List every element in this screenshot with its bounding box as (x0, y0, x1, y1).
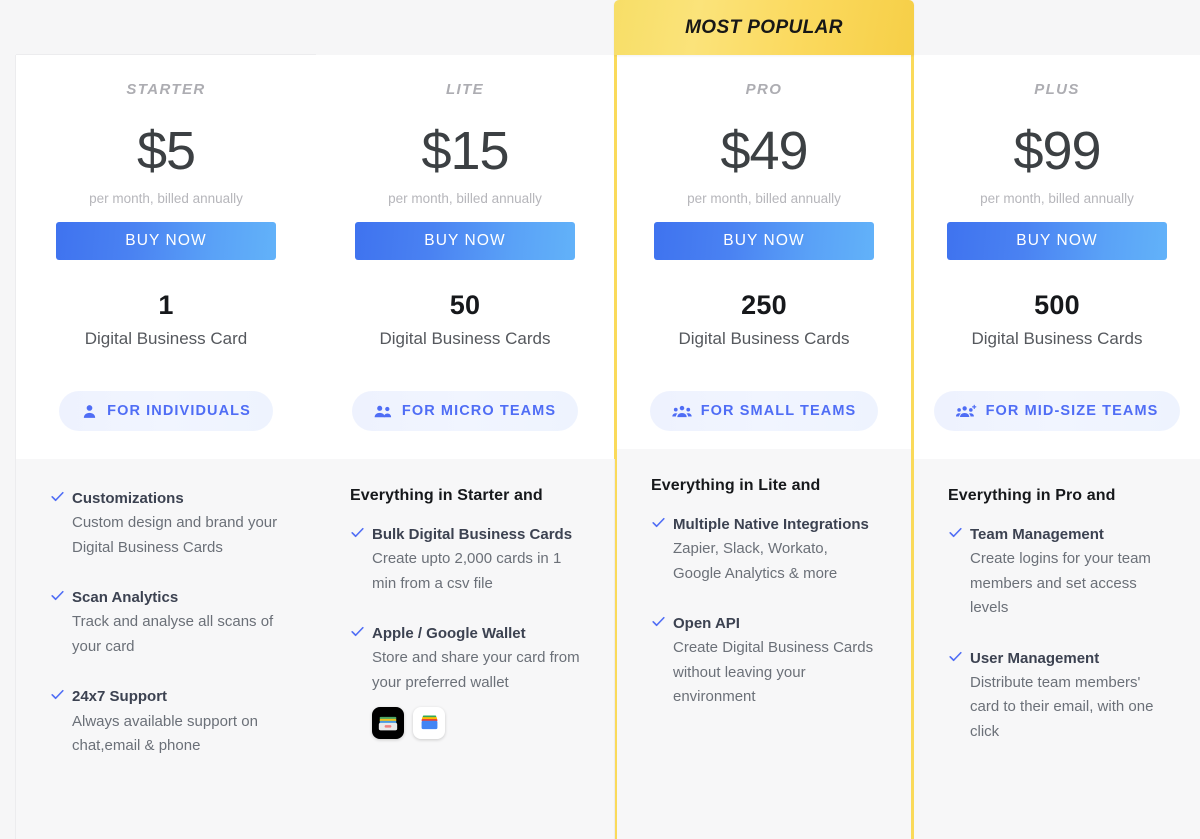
most-popular-label: MOST POPULAR (685, 16, 843, 38)
feature-title: Multiple Native Integrations (673, 516, 869, 533)
audience-label: FOR MICRO TEAMS (401, 403, 557, 419)
audience-badge-starter: FOR INDIVIDUALS (59, 391, 273, 431)
plan-billing-note: per month, billed annually (388, 191, 542, 206)
check-icon (50, 588, 72, 603)
audience-label: FOR INDIVIDUALS (107, 403, 251, 419)
feature-description: Always available support on chat,email &… (72, 712, 258, 754)
card-count: 250 (741, 290, 787, 320)
check-icon (948, 525, 970, 540)
check-icon (948, 649, 970, 664)
plan-price: $5 (136, 121, 196, 181)
check-icon (651, 515, 673, 530)
feature-item: Customizations Custom design and brand y… (50, 487, 282, 560)
two-users-icon (374, 403, 393, 420)
feature-item: Scan Analytics Track and analyse all sca… (50, 586, 282, 659)
feature-item: Bulk Digital Business Cards Create upto … (350, 523, 580, 596)
feature-description: Track and analyse all scans of your card (72, 613, 274, 655)
card-count-label: Digital Business Cards (379, 329, 551, 348)
check-icon (651, 614, 673, 629)
google-wallet-icon (413, 707, 445, 740)
plan-name: PRO (745, 81, 783, 98)
buy-now-button-plus[interactable]: BUY NOW (947, 222, 1167, 260)
features-heading: Everything in Starter and (350, 487, 543, 504)
feature-title: Open API (673, 615, 740, 633)
card-count: 1 (158, 290, 174, 320)
feature-title: 24x7 Support (72, 688, 168, 706)
plan-price: $15 (421, 121, 509, 181)
apple-wallet-icon (372, 707, 404, 740)
plan-header-plus: PLUS $99 per month, billed annually BUY … (914, 55, 1200, 459)
plan-columns: STARTER $5 per month, billed annually BU… (0, 0, 1200, 839)
feature-item: User Management Distribute team members'… (948, 647, 1166, 745)
card-count-label: Digital Business Cards (678, 329, 850, 348)
audience-badge-lite: FOR MICRO TEAMS (351, 391, 579, 431)
wallet-icon-row (372, 707, 580, 740)
column-divider (614, 459, 615, 839)
feature-description: Distribute team members' card to their e… (970, 673, 1154, 740)
plan-column-plus: PLUS $99 per month, billed annually BUY … (914, 0, 1200, 839)
feature-title: Customizations (72, 490, 184, 507)
feature-description: Create Digital Business Cards without le… (673, 639, 874, 706)
card-count: 500 (1034, 290, 1080, 320)
feature-title: User Management (970, 649, 1100, 667)
feature-description: Create logins for your team members and … (970, 550, 1151, 617)
plan-name: LITE (445, 81, 485, 98)
feature-item: Open API Create Digital Business Cards w… (651, 612, 877, 710)
feature-title: Apple / Google Wallet (372, 625, 526, 643)
plan-column-pro: MOST POPULAR PRO $49 per month, billed a… (614, 0, 914, 839)
feature-title: Team Management (970, 526, 1104, 543)
plan-name: STARTER (126, 81, 206, 98)
plan-column-starter: STARTER $5 per month, billed annually BU… (16, 0, 316, 839)
features-plus: Everything in Pro and Team Management Cr… (914, 459, 1200, 839)
pricing-table: STARTER $5 per month, billed annually BU… (0, 0, 1200, 839)
card-count-label: Digital Business Card (84, 329, 248, 348)
three-users-icon (672, 403, 692, 420)
feature-description: Custom design and brand your Digital Bus… (72, 514, 278, 556)
plan-price: $99 (1013, 121, 1101, 181)
audience-label: FOR MID-SIZE TEAMS (985, 403, 1159, 419)
audience-label: FOR SMALL TEAMS (700, 403, 857, 419)
features-heading: Everything in Lite and (651, 477, 821, 494)
feature-item: Team Management Create logins for your t… (948, 523, 1166, 621)
card-count-label: Digital Business Cards (971, 329, 1143, 348)
plan-billing-note: per month, billed annually (89, 191, 243, 206)
check-icon (50, 489, 72, 504)
plan-billing-note: per month, billed annually (687, 191, 841, 206)
plan-header-lite: LITE $15 per month, billed annually BUY … (316, 55, 614, 459)
feature-title: Scan Analytics (72, 589, 179, 607)
feature-description: Create upto 2,000 cards in 1 min from a … (372, 550, 562, 592)
buy-now-button-lite[interactable]: BUY NOW (355, 222, 575, 260)
check-icon (350, 525, 372, 540)
audience-badge-plus: FOR MID-SIZE TEAMS (933, 391, 1181, 431)
plan-column-lite: LITE $15 per month, billed annually BUY … (316, 0, 614, 839)
feature-item: Multiple Native Integrations Zapier, Sla… (651, 513, 877, 586)
features-lite: Everything in Starter and Bulk Digital B… (316, 459, 614, 839)
feature-title: Bulk Digital Business Cards (372, 526, 573, 543)
features-starter: Customizations Custom design and brand y… (16, 459, 316, 839)
most-popular-banner: MOST POPULAR (614, 0, 914, 55)
plan-header-starter: STARTER $5 per month, billed annually BU… (16, 55, 316, 459)
feature-description: Store and share your card from your pref… (372, 649, 580, 691)
buy-now-button-starter[interactable]: BUY NOW (56, 222, 276, 260)
features-pro: Everything in Lite and Multiple Native I… (617, 449, 911, 839)
plan-billing-note: per month, billed annually (980, 191, 1134, 206)
features-heading: Everything in Pro and (948, 487, 1116, 504)
audience-badge-pro: FOR SMALL TEAMS (649, 391, 879, 431)
card-count: 50 (449, 290, 481, 320)
users-plus-icon (955, 403, 977, 420)
feature-description: Zapier, Slack, Workato, Google Analytics… (673, 540, 838, 582)
buy-now-button-pro[interactable]: BUY NOW (654, 222, 874, 260)
single-user-icon (81, 403, 98, 420)
feature-item: Apple / Google Wallet Store and share yo… (350, 622, 580, 740)
feature-item: 24x7 Support Always available support on… (50, 685, 282, 758)
plan-name: PLUS (1034, 81, 1080, 98)
plan-price: $49 (720, 121, 808, 181)
plan-header-pro: PRO $49 per month, billed annually BUY N… (617, 55, 911, 449)
check-icon (350, 624, 372, 639)
check-icon (50, 687, 72, 702)
